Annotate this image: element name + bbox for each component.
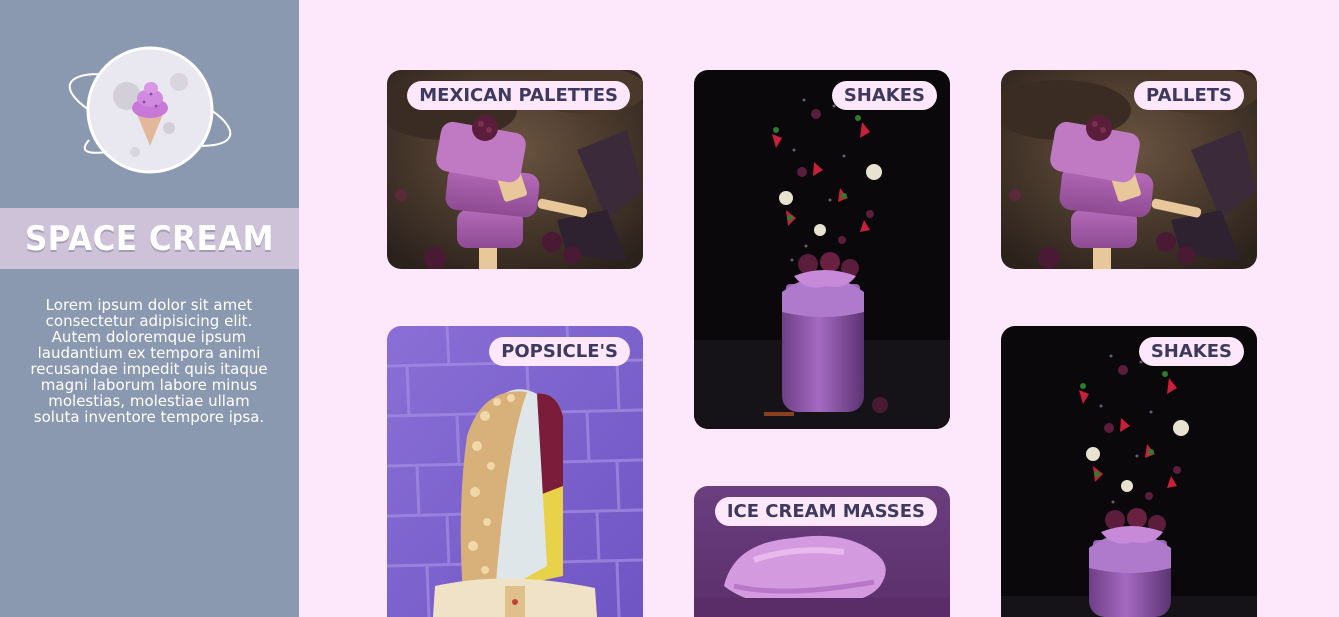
card-label: SHAKES	[831, 81, 937, 110]
card-label: MEXICAN PALETTES	[407, 81, 630, 110]
brand-description: Lorem ipsum dolor sit amet consectetur a…	[30, 296, 268, 426]
card-label: PALLETS	[1134, 81, 1244, 110]
card-label: SHAKES	[1138, 337, 1244, 366]
logo-icon	[68, 46, 232, 174]
brand-band: SPACE CREAM	[0, 208, 299, 269]
sidebar: SPACE CREAM Lorem ipsum dolor sit amet c…	[0, 0, 299, 617]
gallery-card-pallets[interactable]: PALLETS	[1001, 70, 1257, 269]
card-label: ICE CREAM MASSES	[714, 497, 937, 526]
berry-shake-photo	[694, 70, 950, 429]
gallery-card-popsicles[interactable]: POPSICLE'S	[387, 326, 643, 617]
gallery-card-shakes[interactable]: SHAKES	[694, 70, 950, 429]
card-label: POPSICLE'S	[489, 337, 630, 366]
berry-shake-photo	[1001, 326, 1257, 617]
gallery-card-shakes[interactable]: SHAKES	[1001, 326, 1257, 617]
brand-title: SPACE CREAM	[24, 219, 275, 258]
gallery-card-mexican-palettes[interactable]: MEXICAN PALETTES	[387, 70, 643, 269]
nut-popsicle-photo	[387, 326, 643, 617]
gallery-card-ice-cream-masses[interactable]: ICE CREAM MASSES	[694, 486, 950, 617]
